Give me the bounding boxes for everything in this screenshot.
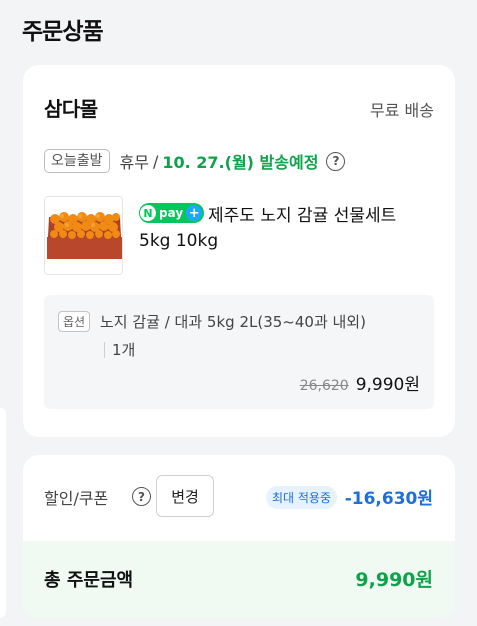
help-icon[interactable]: ?	[132, 487, 151, 506]
shipping-fee: 무료 배송	[370, 101, 434, 120]
discount-coupon-label: 할인/쿠폰	[44, 489, 109, 508]
max-applied-badge: 최대 적용중	[266, 486, 338, 509]
discount-amount: -16,630원	[344, 489, 433, 509]
holiday-text: 휴무	[119, 153, 149, 172]
price-row: 26,620 9,990원	[300, 370, 420, 395]
sale-price: 9,990원	[355, 375, 420, 395]
today-ship-badge: 오늘출발	[44, 149, 110, 173]
section-title: 주문상품	[22, 19, 104, 45]
change-button[interactable]: 변경	[156, 475, 214, 517]
total-row: 총 주문금액 9,990원	[23, 541, 455, 618]
option-box: 옵션 노지 감귤 / 대과 5kg 2L(35~40과 내외) 1개 26,62…	[44, 295, 434, 409]
quantity: 1개	[112, 341, 136, 359]
order-item-card: 삼다몰 무료 배송 오늘출발 휴무 / 10. 27.(월) 발송예정 ? N …	[23, 65, 455, 437]
separator: /	[152, 151, 159, 171]
store-name[interactable]: 삼다몰	[44, 93, 98, 122]
npay-n-icon: N	[140, 205, 156, 221]
divider	[104, 342, 105, 358]
help-icon[interactable]: ?	[326, 151, 346, 171]
total-label: 총 주문금액	[44, 570, 134, 591]
original-price: 26,620	[299, 378, 349, 394]
plus-icon: +	[186, 205, 203, 221]
orange-box-image	[45, 197, 122, 274]
shipping-schedule: 오늘출발 휴무 / 10. 27.(월) 발송예정 ?	[44, 149, 346, 173]
payment-summary-card: 할인/쿠폰 ? 변경 최대 적용중 -16,630원 총 주문금액 9,990원	[23, 455, 455, 618]
option-badge: 옵션	[58, 311, 91, 332]
npay-label: pay	[159, 206, 184, 220]
ship-date: 10. 27.(월) 발송예정	[162, 153, 319, 172]
option-text: 노지 감귤 / 대과 5kg 2L(35~40과 내외)	[100, 313, 366, 331]
product-name-cont[interactable]: 5kg 10kg	[139, 231, 218, 251]
product-thumbnail[interactable]	[44, 196, 123, 275]
npay-plus-badge: N pay +	[139, 203, 205, 223]
total-amount: 9,990원	[355, 569, 433, 591]
adjacent-panel-edge	[0, 408, 6, 618]
product-name[interactable]: 제주도 노지 감귤 선물세트	[208, 201, 396, 226]
